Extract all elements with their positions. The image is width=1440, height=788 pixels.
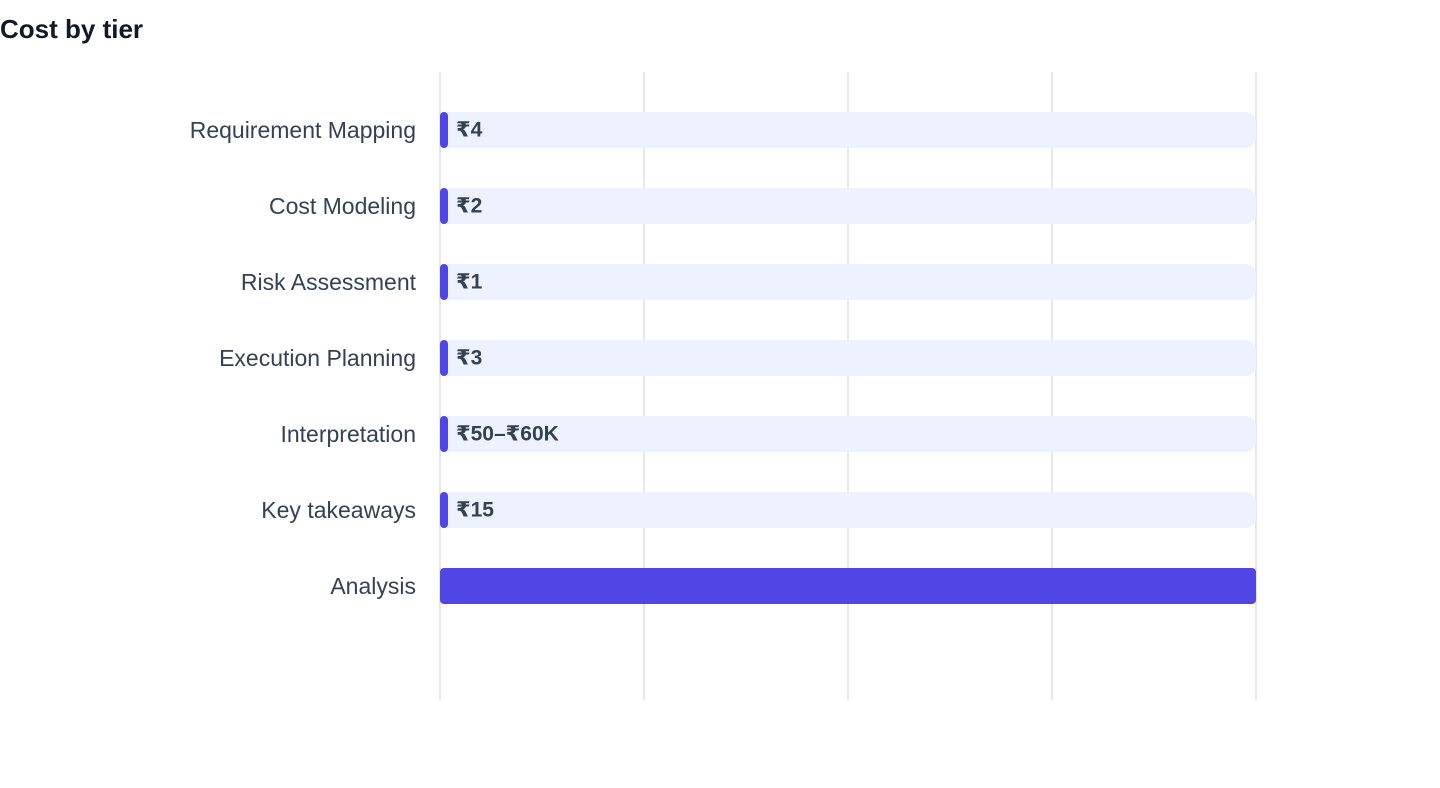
category-label: Key takeaways xyxy=(261,497,416,523)
bar-track xyxy=(440,112,1256,148)
bar xyxy=(440,112,448,148)
data-label: ₹4 xyxy=(456,119,483,142)
bar xyxy=(440,188,448,224)
category-label: Risk Assessment xyxy=(241,269,417,295)
bar-track xyxy=(440,264,1256,300)
bar xyxy=(440,492,448,528)
data-label: ₹3 xyxy=(456,347,482,370)
category-label: Requirement Mapping xyxy=(190,117,416,143)
category-label: Interpretation xyxy=(280,421,416,447)
category-label: Execution Planning xyxy=(219,345,416,371)
data-label: ₹15 xyxy=(456,499,494,522)
bar xyxy=(440,264,448,300)
data-label: ₹2 xyxy=(456,195,482,218)
data-label: ₹1 xyxy=(456,271,483,294)
category-label: Cost Modeling xyxy=(269,193,416,219)
bar-track xyxy=(440,188,1256,224)
bar xyxy=(440,568,1256,604)
bar-track xyxy=(440,492,1256,528)
category-label: Analysis xyxy=(330,573,416,599)
bar-track xyxy=(440,416,1256,452)
bar xyxy=(440,340,448,376)
bar-chart: Requirement Mapping ₹4 Cost Modeling ₹2 Risk… xyxy=(190,72,1257,700)
bar-track xyxy=(440,340,1256,376)
data-label: ₹50–₹60K xyxy=(456,423,559,446)
bar xyxy=(440,416,448,452)
